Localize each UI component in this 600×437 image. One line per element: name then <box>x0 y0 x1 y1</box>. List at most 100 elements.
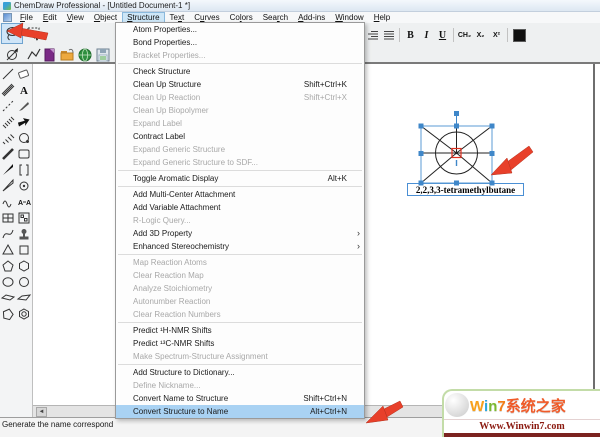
rectangle-tool[interactable] <box>18 149 30 159</box>
eraser-tool[interactable] <box>18 69 30 79</box>
cyclohexane-ring-tool[interactable] <box>19 260 29 272</box>
align-centered-button[interactable] <box>381 27 396 43</box>
bold-bond-tool[interactable] <box>2 148 14 160</box>
dashed-bond-tool[interactable] <box>2 100 14 112</box>
title-bar: ChemDraw Professional - [Untitled Docume… <box>0 0 600 12</box>
italic-button[interactable]: I <box>419 27 434 43</box>
selected-molecule[interactable] <box>406 108 506 200</box>
bold-button[interactable]: B <box>403 27 418 43</box>
menu-item-clean-up-biopolymer[interactable]: Clean Up Biopolymer <box>116 104 364 117</box>
menu-item-r-logic-query[interactable]: R-Logic Query... <box>116 214 364 227</box>
reaction-map-tool[interactable]: AA <box>18 200 31 207</box>
menu-item-toggle-aromatic-display[interactable]: Toggle Aromatic Display Alt+K <box>116 172 364 185</box>
globe-icon <box>78 48 92 62</box>
menu-help[interactable]: Help <box>369 12 395 23</box>
curve-tool[interactable] <box>2 229 14 239</box>
wavy-bond-tool[interactable] <box>2 200 12 208</box>
menu-item-autonumber-reaction[interactable]: Autonumber Reaction <box>116 295 364 308</box>
menu-item-label: Convert Name to Structure <box>133 394 229 403</box>
menu-item-predict-h-nmr-shifts[interactable]: Predict ¹H-NMR Shifts <box>116 324 364 337</box>
marquee-tool-button[interactable] <box>23 23 45 44</box>
menu-item-convert-structure-to-name[interactable]: Convert Structure to Name Alt+Ctrl+N <box>116 405 364 418</box>
color-swatch-button[interactable] <box>513 28 526 42</box>
cyclopropane-ring-tool[interactable] <box>2 243 14 255</box>
menu-item-atom-properties[interactable]: Atom Properties... <box>116 23 364 36</box>
watermark-brand: Win7系统之家 <box>470 395 566 416</box>
text-tool[interactable]: A <box>20 85 28 97</box>
solid-bond-tool[interactable] <box>2 68 14 80</box>
save-document-button[interactable] <box>95 47 111 63</box>
lasso-tool-button[interactable] <box>1 23 23 44</box>
menu-item-label: Add Variable Attachment <box>133 203 221 212</box>
cyclopentadiene-ring-tool[interactable] <box>2 308 14 321</box>
chain-icon <box>26 48 41 59</box>
hollow-wedge-tool[interactable] <box>2 178 14 192</box>
formula-button[interactable]: CH₂ <box>457 27 472 43</box>
menu-item-check-structure[interactable]: Check Structure <box>116 65 364 78</box>
menu-separator <box>118 170 362 171</box>
menu-item-clear-reaction-map[interactable]: Clear Reaction Map <box>116 269 364 282</box>
menu-item-add-variable-attachment[interactable]: Add Variable Attachment <box>116 201 364 214</box>
menu-item-add-3d-property[interactable]: Add 3D Property › <box>116 227 364 240</box>
open-document-button[interactable] <box>59 47 75 63</box>
menu-item-expand-label[interactable]: Expand Label <box>116 117 364 130</box>
circle-ring-tool[interactable] <box>19 277 29 287</box>
menu-item-make-spectrum-structure-assignment[interactable]: Make Spectrum-Structure Assignment <box>116 350 364 363</box>
table-tool[interactable] <box>2 213 14 223</box>
new-document-button[interactable] <box>41 47 57 63</box>
document-icon[interactable] <box>3 13 12 22</box>
arrow-tool[interactable] <box>17 117 31 128</box>
menu-item-expand-generic-structure-to-sdf[interactable]: Expand Generic Structure to SDF... <box>116 156 364 169</box>
template-tool[interactable] <box>18 212 30 224</box>
menu-item-clean-up-reaction[interactable]: Clean Up Reaction Shift+Ctrl+X <box>116 91 364 104</box>
menu-item-map-reaction-atoms[interactable]: Map Reaction Atoms <box>116 256 364 269</box>
rotation-handle[interactable] <box>454 111 459 116</box>
align-flush-right-button[interactable] <box>365 27 380 43</box>
menu-item-define-nickname[interactable]: Define Nickname... <box>116 379 364 392</box>
superscript-button[interactable]: X² <box>489 27 504 43</box>
open-from-web-button[interactable] <box>77 47 93 63</box>
menu-item-label: Expand Generic Structure to SDF... <box>133 158 258 167</box>
menu-item-clean-up-structure[interactable]: Clean Up Structure Shift+Ctrl+K <box>116 78 364 91</box>
chemical-symbol-tool[interactable] <box>19 181 29 191</box>
menu-item-label: Define Nickname... <box>133 381 201 390</box>
subscript-button[interactable]: X₂ <box>473 27 488 43</box>
menu-item-expand-generic-structure[interactable]: Expand Generic Structure <box>116 143 364 156</box>
benzene-ring-tool[interactable] <box>19 308 29 320</box>
hashed-bond-tool[interactable] <box>2 116 15 129</box>
rotate-tool-button[interactable] <box>1 44 23 64</box>
toolbar-separator <box>507 28 508 42</box>
menu-item-bracket-properties[interactable]: Bracket Properties... <box>116 49 364 62</box>
wedge-bond-tool[interactable] <box>3 164 13 175</box>
stamp-tool[interactable] <box>19 229 29 240</box>
menu-item-clear-reaction-numbers[interactable]: Clear Reaction Numbers <box>116 308 364 321</box>
lasso-icon <box>5 26 19 41</box>
multiple-bond-tool[interactable] <box>1 83 15 97</box>
orbital-tool[interactable] <box>19 133 30 144</box>
menu-item-enhanced-stereochemistry[interactable]: Enhanced Stereochemistry › <box>116 240 364 253</box>
cyclobutane-ring-tool[interactable] <box>19 245 29 255</box>
hashed-wedge-tool[interactable] <box>2 134 15 145</box>
pen-tool[interactable] <box>19 102 29 111</box>
watermark: Win7系统之家 Www.Winwin7.com <box>442 389 600 437</box>
menu-item-analyze-stoichiometry[interactable]: Analyze Stoichiometry <box>116 282 364 295</box>
menu-file[interactable]: File <box>15 12 38 23</box>
menu-item-predict-c-nmr-shifts[interactable]: Predict ¹³C-NMR Shifts <box>116 337 364 350</box>
menu-item-bond-properties[interactable]: Bond Properties... <box>116 36 364 49</box>
menu-item-convert-name-to-structure[interactable]: Convert Name to Structure Shift+Ctrl+N <box>116 392 364 405</box>
chair-cyclohexane-tool[interactable] <box>0 294 16 301</box>
menu-item-contract-label[interactable]: Contract Label <box>116 130 364 143</box>
menu-edit[interactable]: Edit <box>38 12 62 23</box>
underline-button[interactable]: U <box>435 27 450 43</box>
watermark-brand-segment: W <box>470 397 485 415</box>
cyclopentane-ring-tool[interactable] <box>2 260 14 272</box>
menu-item-label: Check Structure <box>133 67 191 76</box>
cyclooctane-ring-tool[interactable] <box>2 277 14 287</box>
bracket-tool[interactable] <box>19 164 29 176</box>
chair-cyclohexane-alt-tool[interactable] <box>16 294 32 301</box>
menu-item-add-multi-center-attachment[interactable]: Add Multi-Center Attachment <box>116 188 364 201</box>
menu-view[interactable]: View <box>62 12 89 23</box>
menu-separator <box>118 186 362 187</box>
scroll-left-button[interactable]: ◄ <box>36 407 47 417</box>
menu-item-add-structure-to-dictionary[interactable]: Add Structure to Dictionary... <box>116 366 364 379</box>
